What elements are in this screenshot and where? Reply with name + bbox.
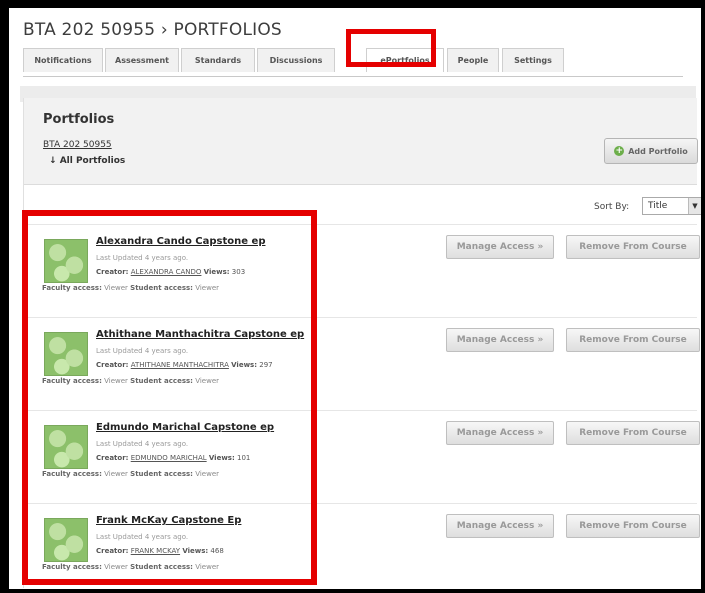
add-portfolio-button[interactable]: + Add Portfolio	[604, 138, 698, 164]
manage-access-button[interactable]: Manage Access »	[446, 328, 554, 352]
tab-standards[interactable]: Standards	[181, 48, 255, 72]
plus-icon: +	[614, 146, 625, 156]
tab-settings[interactable]: Settings	[502, 48, 564, 72]
manage-access-button[interactable]: Manage Access »	[446, 421, 554, 445]
remove-from-course-button[interactable]: Remove From Course	[566, 328, 700, 352]
breadcrumb-current-label: All Portfolios	[59, 156, 126, 166]
remove-from-course-button[interactable]: Remove From Course	[566, 514, 700, 538]
breadcrumb-current: ↓ All Portfolios	[49, 156, 126, 166]
sort-select[interactable]: Title ▼	[642, 197, 701, 215]
tab-notifications[interactable]: Notifications	[23, 48, 103, 72]
chevron-down-icon: ▼	[688, 198, 701, 214]
portfolio-list-highlight	[22, 210, 317, 585]
manage-access-button[interactable]: Manage Access »	[446, 235, 554, 259]
course-title: BTA 202 50955 › PORTFOLIOS	[23, 20, 282, 40]
sort-selected-value: Title	[648, 201, 668, 211]
eportfolios-tab-highlight	[346, 29, 436, 67]
tab-discussions[interactable]: Discussions	[257, 48, 335, 72]
portfolios-header: Portfolios BTA 202 50955 ↓ All Portfolio…	[24, 98, 698, 185]
breadcrumb-course-link[interactable]: BTA 202 50955	[43, 140, 112, 150]
tab-people[interactable]: People	[447, 48, 499, 72]
sort-label: Sort By:	[594, 202, 630, 212]
manage-access-button[interactable]: Manage Access »	[446, 514, 554, 538]
tab-assessment[interactable]: Assessment	[105, 48, 179, 72]
page-title: Portfolios	[43, 112, 115, 127]
add-portfolio-label: Add Portfolio	[628, 146, 688, 156]
remove-from-course-button[interactable]: Remove From Course	[566, 421, 700, 445]
remove-from-course-button[interactable]: Remove From Course	[566, 235, 700, 259]
